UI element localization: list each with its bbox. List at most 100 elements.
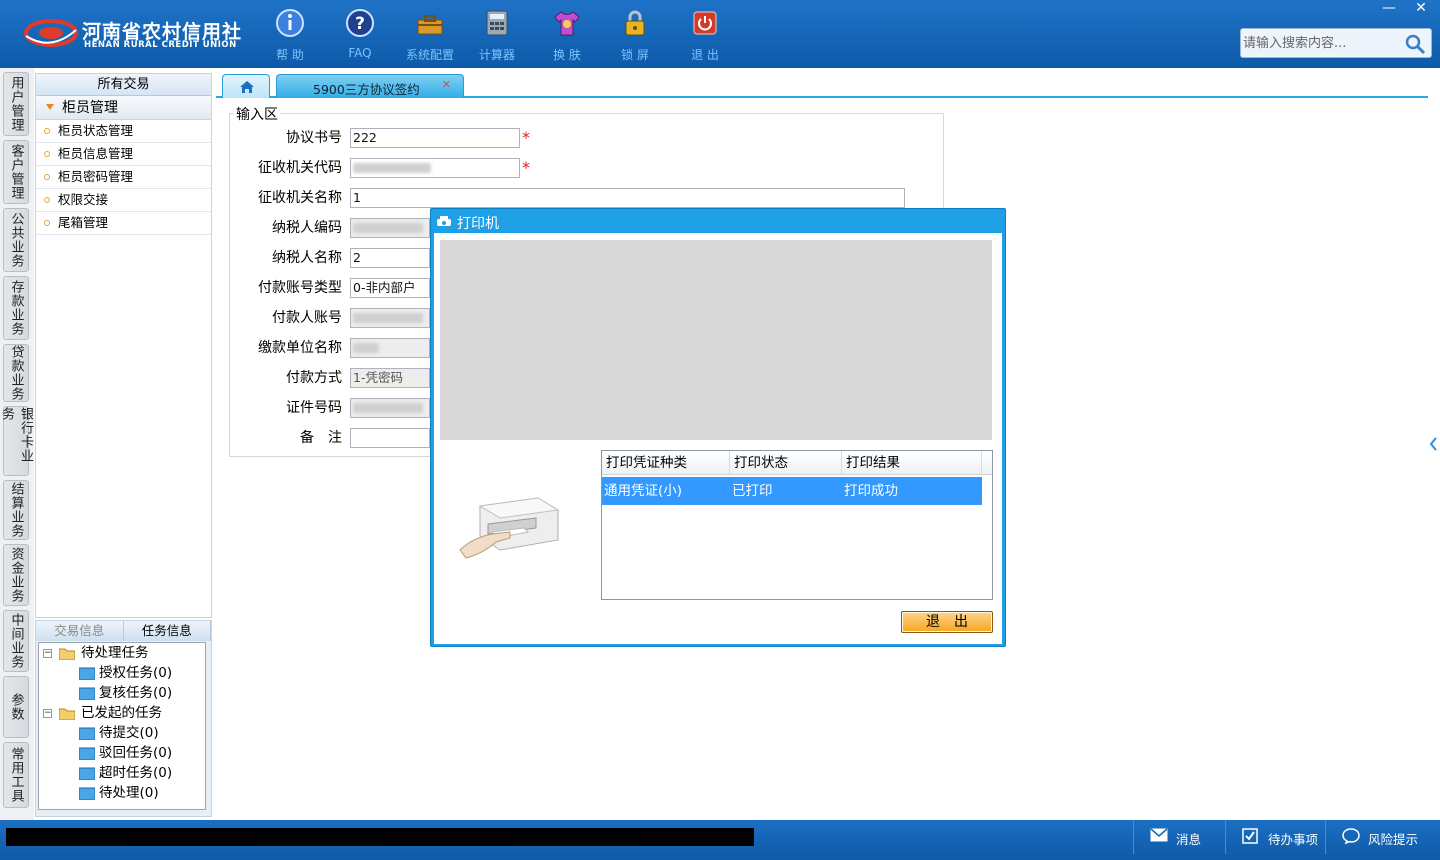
tree-node-auth-tasks[interactable]: 授权任务(0) bbox=[39, 663, 205, 683]
vnav-intermediate-business[interactable]: 中间业务 bbox=[3, 610, 29, 672]
lock-button[interactable]: 锁 屏 bbox=[600, 8, 670, 62]
vnav-user-management[interactable]: 用户管理 bbox=[3, 72, 29, 136]
taxpayer-name-input[interactable]: 2 bbox=[350, 248, 430, 268]
tree-node-label: 待提交(0) bbox=[99, 725, 159, 741]
vnav-loan-business[interactable]: 贷款业务 bbox=[3, 344, 29, 402]
table-row[interactable]: 通用凭证(小) 已打印 打印成功 bbox=[602, 477, 982, 505]
info-icon bbox=[276, 9, 304, 37]
search-box bbox=[1240, 28, 1432, 58]
redacted-value bbox=[353, 223, 423, 233]
settings-label: 系统配置 bbox=[405, 48, 454, 62]
tab-transaction-info[interactable]: 交易信息 bbox=[36, 621, 124, 641]
tree-node-rejected[interactable]: 驳回任务(0) bbox=[39, 743, 205, 763]
collapse-icon[interactable]: − bbox=[43, 709, 52, 718]
account-type-select[interactable]: 0-非内部户 bbox=[350, 278, 430, 298]
help-button[interactable]: 帮 助 bbox=[255, 8, 325, 62]
vnav-settlement-business[interactable]: 结算业务 bbox=[3, 480, 29, 540]
bullet-icon bbox=[44, 151, 50, 157]
redacted-value bbox=[353, 343, 379, 353]
cell-print-result: 打印成功 bbox=[844, 483, 898, 499]
column-voucher-type[interactable]: 打印凭证种类 bbox=[602, 451, 730, 474]
menu-item-teller-info[interactable]: 柜员信息管理 bbox=[36, 143, 211, 166]
search-icon[interactable] bbox=[1403, 32, 1427, 56]
close-tab-icon[interactable]: ✕ bbox=[442, 78, 451, 91]
folder-icon bbox=[79, 687, 95, 700]
vnav-fund-business[interactable]: 资金业务 bbox=[3, 544, 29, 606]
taxpayer-code-input[interactable] bbox=[350, 218, 430, 238]
settings-button[interactable]: 系统配置 bbox=[395, 8, 465, 62]
tree-node-label: 驳回任务(0) bbox=[99, 745, 173, 761]
menu-item-permission-handover[interactable]: 权限交接 bbox=[36, 189, 211, 212]
cell-voucher-type: 通用凭证(小) bbox=[604, 483, 683, 499]
expand-right-panel-icon[interactable] bbox=[1428, 424, 1440, 464]
exit-button[interactable]: 退 出 bbox=[670, 8, 740, 62]
print-status-grid: 打印凭证种类 打印状态 打印结果 通用凭证(小) 已打印 打印成功 bbox=[601, 450, 993, 600]
message-button[interactable]: 消息 bbox=[1133, 820, 1225, 854]
field-label: 协议书号 bbox=[286, 130, 342, 146]
vnav-parameters[interactable]: 参数 bbox=[3, 676, 29, 738]
menu-header[interactable]: 所有交易 bbox=[36, 74, 211, 96]
tab-home[interactable] bbox=[222, 74, 270, 98]
agreement-no-input[interactable]: 222 bbox=[350, 128, 520, 148]
header-bar: 河南省农村信用社 HENAN RURAL CREDIT UNION 帮 助 ? … bbox=[0, 0, 1440, 68]
vnav-deposit-business[interactable]: 存款业务 bbox=[3, 276, 29, 340]
tree-node-timeout[interactable]: 超时任务(0) bbox=[39, 763, 205, 783]
tree-node-to-process[interactable]: 待处理(0) bbox=[39, 783, 205, 803]
tax-office-name-input[interactable]: 1 bbox=[350, 188, 905, 208]
transaction-menu: 所有交易 柜员管理 柜员状态管理 柜员信息管理 柜员密码管理 权限交接 尾箱管理 bbox=[35, 73, 212, 618]
tree-node-initiated[interactable]: − 已发起的任务 bbox=[39, 703, 205, 723]
printer-dialog: 打印机 打印凭证种类 打印状态 打印结果 通用凭证(小) 已打印 打印成功 退出 bbox=[430, 208, 1006, 647]
vnav-public-business[interactable]: 公共业务 bbox=[3, 208, 29, 272]
tab-task-info[interactable]: 任务信息 bbox=[123, 621, 211, 641]
skin-button[interactable]: 换 肤 bbox=[532, 8, 602, 62]
collapse-icon[interactable]: − bbox=[43, 649, 52, 658]
close-window-button[interactable]: ✕ bbox=[1406, 0, 1436, 18]
grid-header: 打印凭证种类 打印状态 打印结果 bbox=[602, 451, 992, 475]
remark-input[interactable] bbox=[350, 428, 430, 448]
payer-unit-input[interactable] bbox=[350, 338, 430, 358]
column-print-status[interactable]: 打印状态 bbox=[730, 451, 842, 474]
todo-button[interactable]: 待办事项 bbox=[1225, 820, 1325, 854]
id-number-input[interactable] bbox=[350, 398, 430, 418]
column-print-result[interactable]: 打印结果 bbox=[842, 451, 982, 474]
folder-icon bbox=[79, 747, 95, 760]
payer-account-input[interactable] bbox=[350, 308, 430, 328]
vnav-common-tools[interactable]: 常用工具 bbox=[3, 742, 29, 808]
minimize-button[interactable]: — bbox=[1374, 0, 1404, 18]
search-input[interactable] bbox=[1243, 32, 1401, 54]
menu-item-teller-password[interactable]: 柜员密码管理 bbox=[36, 166, 211, 189]
bullet-icon bbox=[44, 128, 50, 134]
field-label: 证件号码 bbox=[286, 400, 342, 416]
tree-node-to-submit[interactable]: 待提交(0) bbox=[39, 723, 205, 743]
menu-group-teller-management[interactable]: 柜员管理 bbox=[36, 96, 211, 120]
calculator-icon bbox=[486, 10, 508, 36]
redacted-value bbox=[353, 163, 431, 173]
tree-node-pending[interactable]: − 待处理任务 bbox=[39, 643, 205, 663]
tree-node-label: 已发起的任务 bbox=[81, 705, 162, 721]
tree-node-review-tasks[interactable]: 复核任务(0) bbox=[39, 683, 205, 703]
expand-triangle-icon bbox=[46, 104, 54, 110]
menu-item-teller-status[interactable]: 柜员状态管理 bbox=[36, 120, 211, 143]
vnav-bank-card-business[interactable]: 银行卡业务 bbox=[0, 406, 33, 476]
faq-button[interactable]: ? FAQ bbox=[325, 8, 395, 62]
folder-open-icon bbox=[59, 648, 75, 660]
vnav-customer-management[interactable]: 客户管理 bbox=[3, 140, 29, 204]
todo-label: 待办事项 bbox=[1268, 832, 1319, 847]
task-panel: 交易信息 任务信息 − 待处理任务 授权任务(0) 复核任务(0) − 已发起的… bbox=[35, 620, 212, 817]
field-label: 纳税人名称 bbox=[272, 250, 342, 266]
calculator-button[interactable]: 计算器 bbox=[462, 8, 532, 62]
question-icon: ? bbox=[346, 9, 374, 37]
menu-item-tail-box[interactable]: 尾箱管理 bbox=[36, 212, 211, 235]
dialog-exit-button[interactable]: 退出 bbox=[901, 611, 993, 633]
risk-label: 风险提示 bbox=[1368, 832, 1419, 847]
folder-icon bbox=[79, 787, 95, 800]
payment-method-select[interactable]: 1-凭密码 bbox=[350, 368, 430, 388]
field-label: 付款人账号 bbox=[272, 310, 342, 326]
risk-alert-button[interactable]: 风险提示 bbox=[1325, 820, 1440, 854]
tax-office-code-input[interactable] bbox=[350, 158, 520, 178]
tree-node-label: 待处理(0) bbox=[99, 785, 159, 801]
status-message-area bbox=[6, 828, 754, 846]
tab-tripartite-agreement[interactable]: 5900三方协议签约 ✕ bbox=[276, 74, 464, 98]
tree-node-label: 授权任务(0) bbox=[99, 665, 173, 681]
folder-open-icon bbox=[59, 708, 75, 720]
